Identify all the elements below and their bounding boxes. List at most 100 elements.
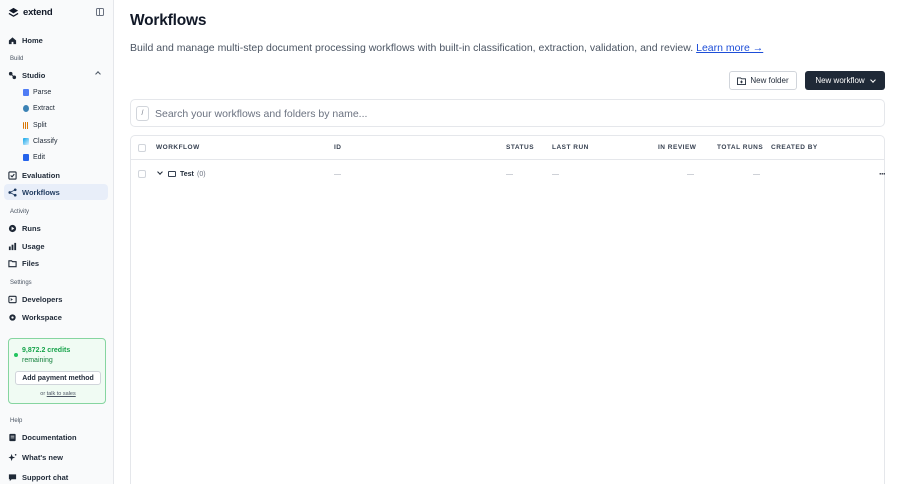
runs-icon (8, 224, 17, 232)
new-folder-button[interactable]: New folder (729, 71, 797, 90)
subitem-label: Split (33, 121, 47, 129)
sidebar-subitem-classify[interactable]: Classify (20, 134, 108, 148)
row-created-by: — (771, 171, 778, 178)
sidebar-item-label: Usage (22, 241, 45, 251)
row-checkbox[interactable] (138, 170, 146, 178)
sidebar-item-runs[interactable]: Runs (4, 220, 108, 236)
more-options-icon[interactable]: ··· (879, 169, 886, 179)
sidebar-collapse-icon[interactable] (96, 8, 104, 16)
section-label-settings: Settings (10, 280, 32, 286)
sidebar-item-label: Workflows (22, 187, 60, 197)
table-header: Workflow ID Status Last run In review To… (131, 136, 884, 160)
column-header-workflow[interactable]: Workflow (156, 144, 200, 151)
column-header-id[interactable]: ID (334, 144, 342, 151)
split-icon (23, 121, 29, 129)
sidebar-item-support-chat[interactable]: Support chat (4, 469, 108, 484)
sidebar-subitem-parse[interactable]: Parse (20, 85, 108, 99)
parse-icon (23, 88, 29, 96)
search-box: / (130, 99, 885, 127)
sales-line: or talk to sales (9, 391, 107, 397)
sidebar-item-label: Home (22, 35, 43, 45)
developers-icon (8, 295, 17, 303)
brand[interactable]: extend (8, 6, 53, 18)
section-label-build: Build (10, 56, 24, 62)
learn-more-link[interactable]: Learn more → (696, 42, 763, 54)
files-icon (8, 259, 17, 267)
row-id: — (334, 171, 341, 178)
subitem-label: Classify (33, 137, 58, 145)
sidebar-item-evaluation[interactable]: Evaluation (4, 167, 108, 183)
sidebar-item-label: Evaluation (22, 170, 60, 180)
sidebar-item-label: Runs (22, 223, 41, 233)
subitem-label: Extract (33, 104, 55, 112)
sidebar-item-label: Support chat (22, 472, 69, 482)
sidebar: extend Home Build Studio Parse Extract S… (0, 0, 114, 484)
row-status: — (506, 171, 513, 178)
sidebar-item-whats-new[interactable]: What's new (4, 449, 108, 465)
workflows-icon (8, 187, 17, 197)
home-icon (8, 36, 17, 44)
new-workflow-button[interactable]: New workflow (805, 71, 885, 90)
credits-text: 9,872.2 credits remaining (22, 346, 102, 366)
folder-icon (168, 171, 176, 177)
sidebar-item-developers[interactable]: Developers (4, 291, 108, 307)
section-label-help: Help (10, 418, 23, 424)
row-last-run: — (552, 171, 559, 178)
add-payment-method-button[interactable]: Add payment method (15, 371, 101, 385)
sidebar-item-workflows[interactable]: Workflows (4, 184, 108, 200)
description-text: Build and manage multi-step document pro… (130, 42, 694, 54)
sidebar-item-files[interactable]: Files (4, 255, 108, 271)
chevron-down-icon[interactable] (157, 169, 163, 175)
search-shortcut-key: / (136, 106, 149, 121)
studio-icon (8, 71, 17, 79)
column-header-total-runs[interactable]: Total runs (717, 144, 763, 151)
select-all-checkbox[interactable] (138, 144, 146, 152)
sidebar-subitem-split[interactable]: Split (20, 118, 108, 132)
sidebar-item-label: Documentation (22, 432, 77, 442)
evaluation-icon (8, 170, 17, 180)
section-label-activity: Activity (10, 209, 30, 215)
column-header-last-run[interactable]: Last run (552, 144, 589, 151)
edit-icon (23, 153, 29, 161)
sidebar-item-label: Developers (22, 294, 63, 304)
extract-icon (23, 104, 29, 112)
sidebar-subitem-extract[interactable]: Extract (20, 101, 108, 115)
credits-card: 9,872.2 credits remaining Add payment me… (8, 338, 106, 404)
row-in-review: — (687, 171, 694, 178)
classify-icon (23, 137, 29, 145)
talk-to-sales-link[interactable]: talk to sales (47, 391, 76, 397)
column-header-status[interactable]: Status (506, 144, 534, 151)
sidebar-item-studio[interactable]: Studio (4, 67, 108, 83)
sparkle-icon (8, 453, 17, 461)
page-title: Workflows (130, 12, 207, 29)
gear-icon (9, 313, 16, 321)
page-description: Build and manage multi-step document pro… (130, 42, 763, 54)
sidebar-item-label: Workspace (22, 312, 62, 322)
sidebar-subitem-edit[interactable]: Edit (20, 150, 108, 164)
workflows-table: Workflow ID Status Last run In review To… (130, 135, 886, 484)
sidebar-item-label: What's new (22, 452, 63, 462)
chevron-up-icon[interactable] (95, 71, 101, 77)
credits-status-dot (14, 353, 18, 357)
row-name[interactable]: Test (180, 171, 194, 178)
chevron-down-icon (869, 76, 876, 83)
sidebar-item-workspace[interactable]: Workspace (4, 309, 108, 325)
credits-amount: 9,872.2 credits (22, 347, 71, 354)
sidebar-item-home[interactable]: Home (4, 32, 108, 48)
sidebar-item-usage[interactable]: Usage (4, 238, 108, 254)
row-total-runs: — (753, 171, 760, 178)
documentation-icon (9, 433, 16, 441)
credits-remaining: remaining (22, 357, 53, 364)
brand-name: extend (23, 6, 53, 18)
sidebar-item-documentation[interactable]: Documentation (4, 429, 108, 445)
column-header-in-review[interactable]: In review (658, 144, 696, 151)
chat-icon (8, 473, 17, 481)
row-count: (0) (197, 171, 206, 178)
folder-plus-icon (737, 76, 747, 85)
new-workflow-label: New workflow (815, 76, 865, 85)
search-input[interactable] (155, 106, 855, 122)
column-header-created-by[interactable]: Created by (771, 144, 818, 151)
subitem-label: Parse (33, 88, 52, 96)
subitem-label: Edit (33, 153, 46, 161)
table-row[interactable]: Test (0) — — — — — — ··· (131, 160, 886, 190)
